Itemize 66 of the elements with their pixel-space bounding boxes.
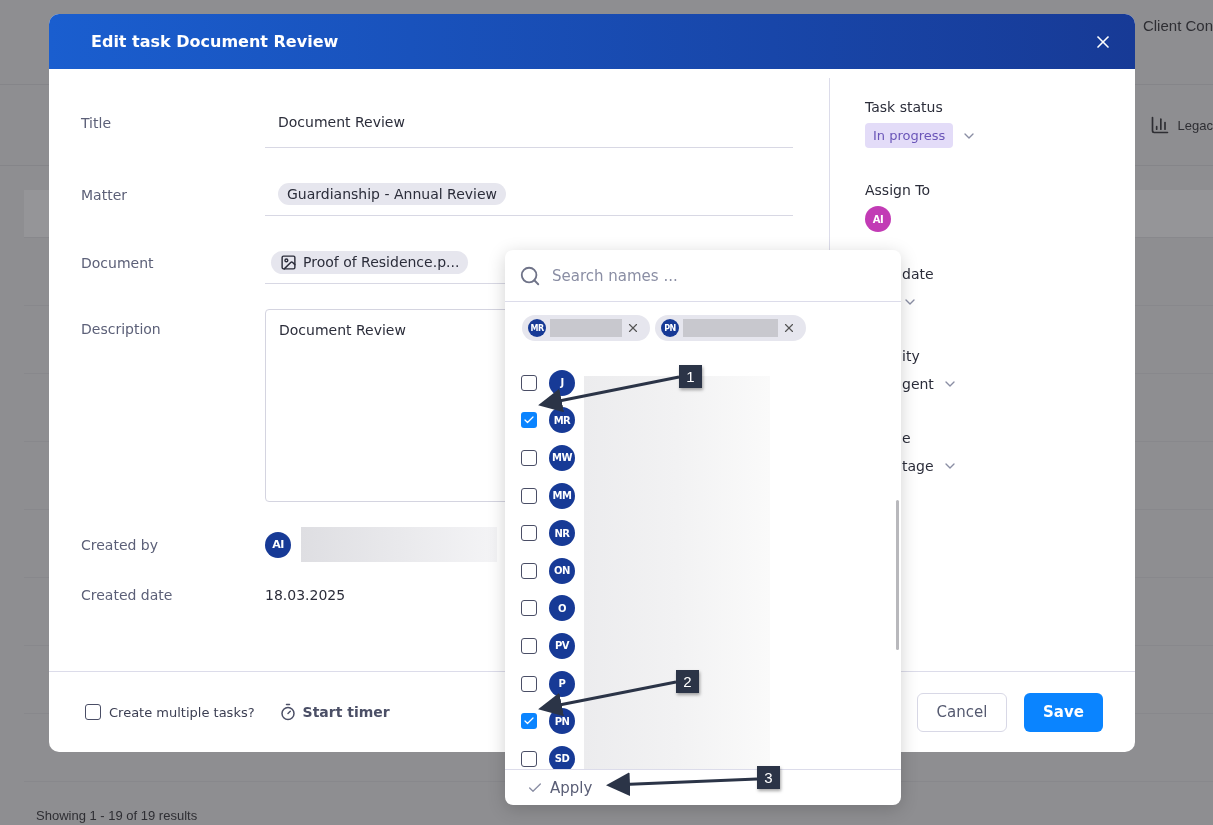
dialog-title: Edit task Document Review <box>91 32 339 51</box>
field-label: e <box>902 430 912 446</box>
image-icon <box>280 253 297 271</box>
person-checkbox[interactable] <box>521 750 537 767</box>
start-timer-button[interactable]: Start timer <box>278 703 390 721</box>
user-avatar: MW <box>549 445 575 471</box>
person-checkbox[interactable] <box>521 525 537 542</box>
user-avatar: MM <box>549 482 575 509</box>
field-label: Task status <box>865 99 944 115</box>
field-label: Document <box>81 254 155 271</box>
remove-icon[interactable] <box>782 321 796 335</box>
user-avatar: P <box>549 670 575 697</box>
user-avatar: MR <box>549 407 575 434</box>
tab-label[interactable]: Client Con <box>1142 16 1213 34</box>
user-avatar: NR <box>549 520 575 547</box>
field-label: Created by <box>81 536 160 553</box>
select-value[interactable]: gent <box>902 376 934 392</box>
remove-icon[interactable] <box>626 321 640 335</box>
person-checkbox[interactable] <box>521 374 537 391</box>
field-label: Assign To <box>865 182 931 198</box>
step-number: 3 <box>757 766 780 789</box>
person-checkbox[interactable] <box>521 412 537 429</box>
field-label: Matter <box>81 186 128 203</box>
select-value[interactable]: tage <box>902 458 934 474</box>
assignee-avatar[interactable]: AI <box>865 206 891 232</box>
field-label: Title <box>81 114 112 131</box>
field-label: date <box>902 266 935 282</box>
user-avatar: AI <box>265 531 291 558</box>
document-chip[interactable]: Proof of Residence.p... <box>271 250 469 274</box>
user-avatar: SD <box>549 745 575 769</box>
person-checkbox[interactable] <box>521 450 537 466</box>
field-label: Description <box>81 320 162 337</box>
cancel-button[interactable]: Cancel <box>917 692 1007 732</box>
person-checkbox[interactable] <box>521 487 537 504</box>
person-checkbox[interactable] <box>521 600 537 617</box>
person-checkbox[interactable] <box>521 713 537 730</box>
scrollbar-thumb[interactable] <box>896 500 899 650</box>
person-checkbox[interactable] <box>521 675 537 692</box>
redacted-name <box>550 319 622 337</box>
title-input[interactable]: Document Review <box>265 97 793 148</box>
selected-person-chip[interactable]: MR <box>522 315 650 341</box>
results-count: Showing 1 - 19 of 19 results <box>36 808 198 823</box>
toolbar-button[interactable]: Legac <box>1149 115 1213 135</box>
search-field[interactable]: Search names ... <box>505 250 901 302</box>
person-checkbox[interactable] <box>521 637 537 654</box>
user-avatar: MR <box>528 319 546 337</box>
apply-button[interactable]: Apply <box>527 778 593 797</box>
status-badge[interactable]: In progress <box>865 123 954 148</box>
user-avatar: PN <box>661 319 679 337</box>
selected-person-chip[interactable]: PN <box>655 315 806 341</box>
bar-chart-icon <box>1149 115 1170 135</box>
save-button[interactable]: Save <box>1024 692 1103 732</box>
person-checkbox[interactable] <box>521 562 537 579</box>
matter-tag[interactable]: Guardianship - Annual Review <box>278 183 506 205</box>
user-avatar: O <box>549 595 575 622</box>
field-label: Created date <box>81 587 174 603</box>
user-avatar: PV <box>549 632 575 659</box>
user-avatar: J <box>549 369 575 396</box>
multiple-tasks-checkbox[interactable]: Create multiple tasks? <box>85 704 255 720</box>
step-number: 1 <box>679 365 702 388</box>
date-value: 18.03.2025 <box>265 587 347 603</box>
field-label: ity <box>902 348 921 364</box>
user-avatar: ON <box>549 557 575 584</box>
step-number: 2 <box>676 670 699 693</box>
stopwatch-icon <box>278 703 297 721</box>
search-icon <box>519 264 541 287</box>
